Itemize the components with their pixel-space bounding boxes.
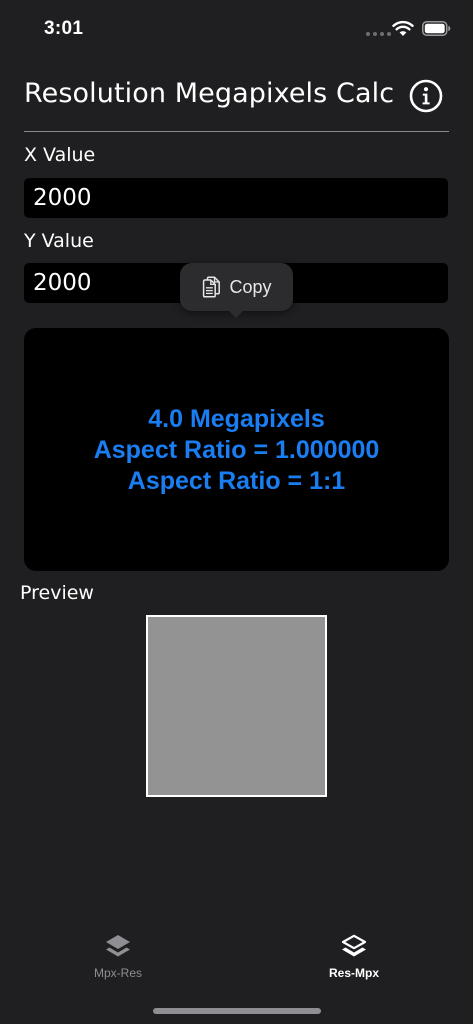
layers-icon	[106, 935, 130, 957]
results-panel: 4.0 Megapixels Aspect Ratio = 1.000000 A…	[24, 328, 449, 571]
x-value-input[interactable]	[24, 178, 448, 218]
preview-label: Preview	[20, 582, 94, 604]
status-time: 3:01	[44, 18, 84, 39]
wifi-icon	[392, 20, 414, 36]
cellular-signal-icon	[366, 32, 391, 36]
tab-res-mpx[interactable]: Res-Mpx	[294, 932, 414, 980]
megapixels-result: 4.0 Megapixels	[148, 404, 325, 433]
page-title: Resolution Megapixels Calc	[24, 78, 395, 109]
y-value-label: Y Value	[24, 230, 94, 252]
battery-icon	[422, 21, 451, 36]
layers-icon	[341, 934, 367, 957]
copy-documents-icon	[203, 276, 221, 298]
tab-label: Mpx-Res	[93, 966, 142, 980]
home-indicator[interactable]	[153, 1008, 321, 1014]
header-divider	[24, 131, 449, 132]
aspect-ratio-decimal-result: Aspect Ratio = 1.000000	[93, 435, 380, 464]
aspect-ratio-fraction-result: Aspect Ratio = 1:1	[127, 466, 346, 495]
tab-label: Res-Mpx	[328, 966, 379, 980]
info-circle-icon[interactable]	[408, 78, 444, 114]
preview-rectangle	[146, 615, 327, 797]
status-bar: 3:01	[0, 0, 473, 56]
copy-label: Copy	[229, 276, 272, 297]
tab-mpx-res[interactable]: Mpx-Res	[58, 932, 178, 980]
x-value-label: X Value	[24, 144, 96, 166]
copy-menu-button[interactable]: Copy	[180, 263, 293, 318]
